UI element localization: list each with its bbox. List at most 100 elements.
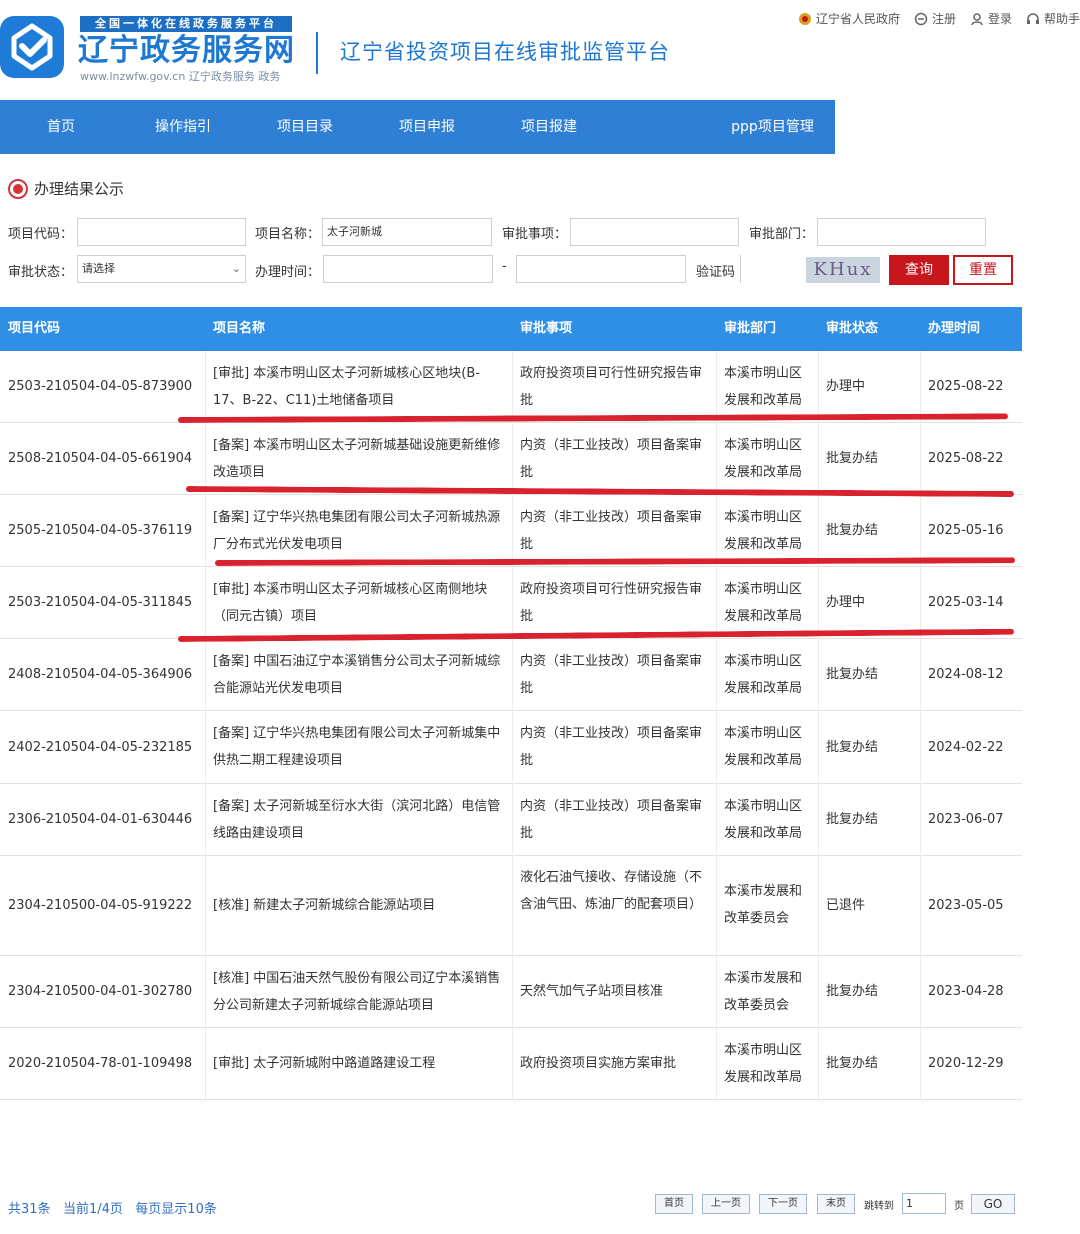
column-divider — [512, 351, 513, 1100]
table-row[interactable]: 2306-210504-04-01-630446 [备案] 太子河新城至衍水大街… — [0, 784, 1022, 856]
time-from-input[interactable] — [323, 255, 493, 283]
cell-item: 内资（非工业技改）项目备案审批 — [520, 726, 703, 768]
table-row[interactable]: 2402-210504-04-05-232185 [备案] 辽宁华兴热电集团有限… — [0, 711, 1022, 784]
site-logo-icon[interactable] — [0, 16, 64, 78]
user-icon — [971, 12, 983, 25]
cell-code: 2408-210504-04-05-364906 — [8, 667, 193, 682]
cell-item: 政府投资项目可行性研究报告审批 — [520, 582, 703, 624]
cell-status: 已退件 — [826, 898, 866, 913]
cell-dept: 本溪市明山区发展和改革局 — [724, 582, 803, 624]
pager-jump-label: 跳转到 — [864, 1201, 894, 1212]
help-link[interactable]: 帮助手 — [1026, 10, 1080, 27]
cell-status: 批复办结 — [826, 812, 879, 827]
col-header-time: 办理时间 — [928, 321, 981, 336]
dept-input[interactable] — [817, 218, 986, 246]
name-input[interactable]: 太子河新城 — [322, 218, 492, 246]
nav-item-catalog[interactable]: 项目目录 — [244, 100, 366, 154]
status-select[interactable]: 请选择 ⌄ — [77, 255, 246, 283]
cell-status: 批复办结 — [826, 984, 879, 999]
time-label: 办理时间： — [255, 265, 321, 280]
login-link[interactable]: 登录 — [970, 10, 1012, 27]
cell-status: 办理中 — [826, 379, 866, 394]
item-input[interactable] — [570, 218, 739, 246]
table-row[interactable]: 2304-210500-04-05-919222 [核准] 新建太子河新城综合能… — [0, 856, 1022, 956]
nav-item-construction[interactable]: 项目报建 — [488, 100, 610, 154]
cell-code: 2020-210504-78-01-109498 — [8, 1056, 193, 1071]
cell-name[interactable]: [备案] 中国石油辽宁本溪销售分公司太子河新城综合能源站光伏发电项目 — [213, 648, 503, 702]
query-button[interactable]: 查询 — [889, 255, 949, 285]
cell-time: 2025-05-16 — [928, 523, 1004, 538]
table-row[interactable]: 2304-210500-04-01-302780 [核准] 中国石油天然气股份有… — [0, 956, 1022, 1028]
table-row[interactable]: 2408-210504-04-05-364906 [备案] 中国石油辽宁本溪销售… — [0, 639, 1022, 711]
nav-item-guide[interactable]: 操作指引 — [122, 100, 244, 154]
cell-status: 批复办结 — [826, 1056, 879, 1071]
cell-code: 2503-210504-04-05-311845 — [8, 595, 193, 610]
column-divider — [920, 351, 921, 1100]
cell-item: 天然气加气子站项目核准 — [520, 984, 664, 999]
pager-go-button[interactable]: GO — [971, 1194, 1015, 1214]
pager-next-button[interactable]: 下一页 — [759, 1194, 807, 1214]
col-header-status: 审批状态 — [826, 321, 879, 336]
headset-icon — [1026, 12, 1039, 24]
pager-prev-button[interactable]: 上一页 — [702, 1194, 750, 1214]
time-to-input[interactable] — [516, 255, 686, 283]
cell-code: 2402-210504-04-05-232185 — [8, 740, 193, 755]
pager-jump-input[interactable]: 1 — [902, 1193, 946, 1214]
logo-title[interactable]: 辽宁政务服务网 — [78, 32, 295, 70]
cell-name[interactable]: [核准] 新建太子河新城综合能源站项目 — [213, 892, 503, 919]
table-row[interactable]: 2503-210504-04-05-873900 [审批] 本溪市明山区太子河新… — [0, 351, 1022, 423]
gov-link-label: 辽宁省人民政府 — [815, 12, 900, 26]
bullet-icon — [8, 178, 28, 199]
top-links: 辽宁省人民政府 注册 登录 帮助手 — [798, 10, 1080, 27]
emblem-icon — [798, 12, 811, 25]
chevron-down-icon: ⌄ — [231, 262, 241, 275]
column-divider — [716, 351, 717, 1100]
nav-item-home[interactable]: 首页 — [0, 100, 122, 154]
cell-status: 批复办结 — [826, 451, 879, 466]
cell-status: 批复办结 — [826, 740, 879, 755]
col-header-item: 审批事项 — [520, 321, 573, 336]
pager-last-button[interactable]: 末页 — [817, 1194, 855, 1214]
cell-item: 液化石油气接收、存储设施（不含油气田、炼油厂的配套项目） — [520, 870, 703, 912]
code-input[interactable] — [77, 218, 246, 246]
table-row[interactable]: 2503-210504-04-05-311845 [审批] 本溪市明山区太子河新… — [0, 567, 1022, 639]
nav-item-apply[interactable]: 项目申报 — [366, 100, 488, 154]
register-icon — [914, 12, 928, 25]
logo-url: www.lnzwfw.gov.cn 辽宁政务服务 政务 — [80, 70, 281, 83]
register-link[interactable]: 注册 — [914, 10, 956, 27]
cell-dept: 本溪市发展和改革委员会 — [724, 884, 803, 926]
reset-button[interactable]: 重置 — [953, 255, 1013, 285]
cell-name[interactable]: [备案] 太子河新城至衍水大街（滨河北路）电信管线路由建设项目 — [213, 793, 503, 847]
cell-code: 2304-210500-04-01-302780 — [8, 984, 193, 999]
platform-title: 辽宁省投资项目在线审批监管平台 — [340, 40, 670, 64]
table-row[interactable]: 2020-210504-78-01-109498 [审批] 太子河新城附中路道路… — [0, 1028, 1022, 1100]
captcha-input[interactable] — [740, 255, 804, 283]
cell-name[interactable]: [备案] 辽宁华兴热电集团有限公司太子河新城集中供热二期工程建设项目 — [213, 720, 503, 774]
cell-name[interactable]: [审批] 本溪市明山区太子河新城核心区地块(B-17、B-22、C11)土地储备… — [213, 360, 503, 414]
nav-item-hidden[interactable] — [610, 100, 710, 154]
dept-label: 审批部门： — [749, 227, 815, 242]
gov-link[interactable]: 辽宁省人民政府 — [798, 10, 900, 27]
table-header: 项目代码 项目名称 审批事项 审批部门 审批状态 办理时间 — [0, 307, 1022, 351]
cell-name[interactable]: [备案] 本溪市明山区太子河新城基础设施更新维修改造项目 — [213, 432, 503, 486]
cell-code: 2505-210504-04-05-376119 — [8, 523, 193, 538]
column-divider — [818, 351, 819, 1100]
pager-first-button[interactable]: 首页 — [655, 1194, 693, 1214]
status-select-value: 请选择 — [82, 262, 115, 275]
captcha-image[interactable]: KHux — [806, 257, 880, 283]
table-row[interactable]: 2505-210504-04-05-376119 [备案] 辽宁华兴热电集团有限… — [0, 495, 1022, 567]
cell-status: 办理中 — [826, 595, 866, 610]
cell-name[interactable]: [审批] 太子河新城附中路道路建设工程 — [213, 1050, 503, 1077]
cell-name[interactable]: [备案] 辽宁华兴热电集团有限公司太子河新城热源厂分布式光伏发电项目 — [213, 504, 503, 558]
col-header-dept: 审批部门 — [724, 321, 777, 336]
cell-name[interactable]: [审批] 本溪市明山区太子河新城核心区南侧地块（同元古镇）项目 — [213, 576, 503, 630]
cell-dept: 本溪市明山区发展和改革局 — [724, 438, 803, 480]
table-row[interactable]: 2508-210504-04-05-661904 [备案] 本溪市明山区太子河新… — [0, 423, 1022, 495]
cell-item: 内资（非工业技改）项目备案审批 — [520, 510, 703, 552]
nav-item-ppp[interactable]: ppp项目管理 — [710, 100, 835, 154]
cell-time: 2020-12-29 — [928, 1056, 1004, 1071]
cell-name[interactable]: [核准] 中国石油天然气股份有限公司辽宁本溪销售分公司新建太子河新城综合能源站项… — [213, 965, 503, 1019]
section-header: 办理结果公示 — [8, 178, 124, 199]
cell-dept: 本溪市明山区发展和改革局 — [724, 726, 803, 768]
header-divider — [316, 32, 318, 74]
